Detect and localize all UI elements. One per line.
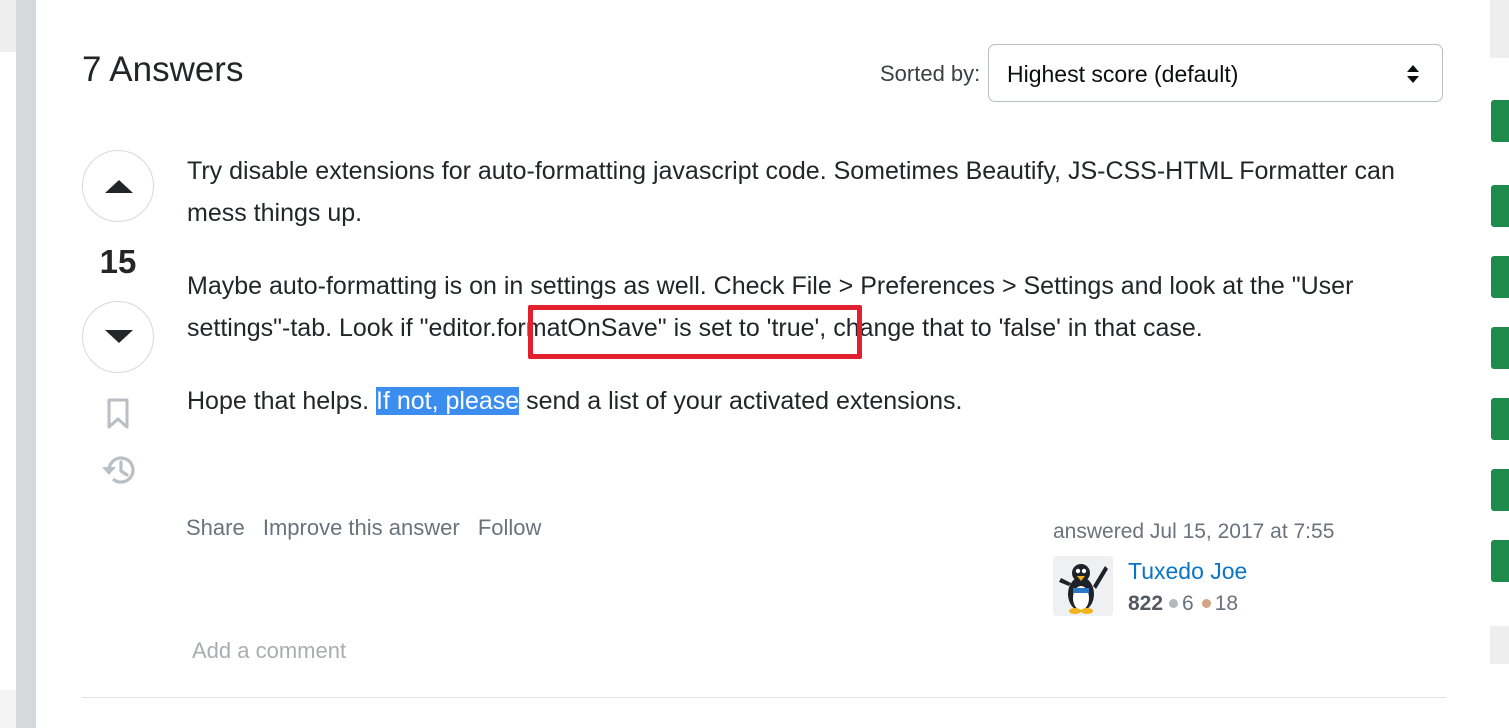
- user-signature: answered Jul 15, 2017 at 7:55 Tuxedo Joe…: [1053, 520, 1335, 616]
- sort-arrows-icon: [1407, 65, 1419, 83]
- sidebar-edge-marker: [1491, 398, 1509, 440]
- arrow-down-icon: [105, 330, 133, 343]
- sort-select[interactable]: Highest score (default): [988, 44, 1443, 102]
- sidebar-edge-marker: [1491, 100, 1509, 142]
- user-reputation: 822 6 18: [1128, 592, 1238, 616]
- paragraph-text: Hope that helps.: [187, 387, 377, 415]
- sidebar-edge-marker: [1491, 540, 1509, 582]
- answer-divider: [82, 697, 1446, 698]
- follow-link[interactable]: Follow: [478, 515, 542, 540]
- answer-paragraph: Try disable extensions for auto-formatti…: [187, 157, 1395, 227]
- answer-paragraph: Hope that helps. If not, please send a l…: [187, 380, 1402, 422]
- left-scroll-bar: [16, 0, 36, 728]
- bronze-badge-icon: [1201, 599, 1211, 608]
- sort-label: Sorted by:: [880, 61, 981, 86]
- post-actions: Share Improve this answer Follow: [186, 515, 553, 541]
- paragraph-text: send a list of your activated extensions…: [519, 387, 963, 415]
- sidebar-edge-marker: [1491, 469, 1509, 511]
- history-icon[interactable]: [101, 453, 137, 487]
- answered-timestamp: answered Jul 15, 2017 at 7:55: [1053, 520, 1335, 543]
- user-name-link[interactable]: Tuxedo Joe: [1128, 558, 1247, 585]
- share-link[interactable]: Share: [186, 515, 245, 540]
- sidebar-edge-marker: [1491, 185, 1509, 227]
- sidebar-edge-marker: [1491, 256, 1509, 298]
- answer-body: Try disable extensions for auto-formatti…: [187, 150, 1402, 453]
- bookmark-icon[interactable]: [106, 398, 130, 430]
- penguin-avatar: [1053, 556, 1113, 616]
- vote-count: 15: [99, 243, 137, 280]
- arrow-up-icon: [105, 180, 133, 193]
- silver-badge-count: 6: [1182, 592, 1194, 615]
- right-sidebar-edge: [1486, 0, 1509, 728]
- gutter-block: [0, 0, 16, 52]
- annotation-highlight-box: [528, 305, 862, 359]
- left-gutter: [0, 0, 16, 728]
- selected-text: If not, please: [376, 387, 520, 415]
- sidebar-edge-marker: [1491, 327, 1509, 369]
- user-avatar[interactable]: [1053, 556, 1113, 616]
- sidebar-edge-block: [1490, 626, 1509, 664]
- answers-count-heading: 7 Answers: [82, 50, 244, 89]
- downvote-button[interactable]: [82, 301, 154, 373]
- upvote-button[interactable]: [82, 150, 154, 222]
- reputation-score: 822: [1128, 592, 1164, 615]
- silver-badge-icon: [1169, 599, 1179, 608]
- gutter-block: [0, 690, 16, 728]
- bronze-badge-count: 18: [1214, 592, 1239, 615]
- sidebar-edge-block: [1490, 0, 1509, 58]
- sort-select-value: Highest score (default): [1007, 61, 1239, 87]
- add-comment-link[interactable]: Add a comment: [192, 638, 346, 664]
- improve-answer-link[interactable]: Improve this answer: [263, 515, 460, 540]
